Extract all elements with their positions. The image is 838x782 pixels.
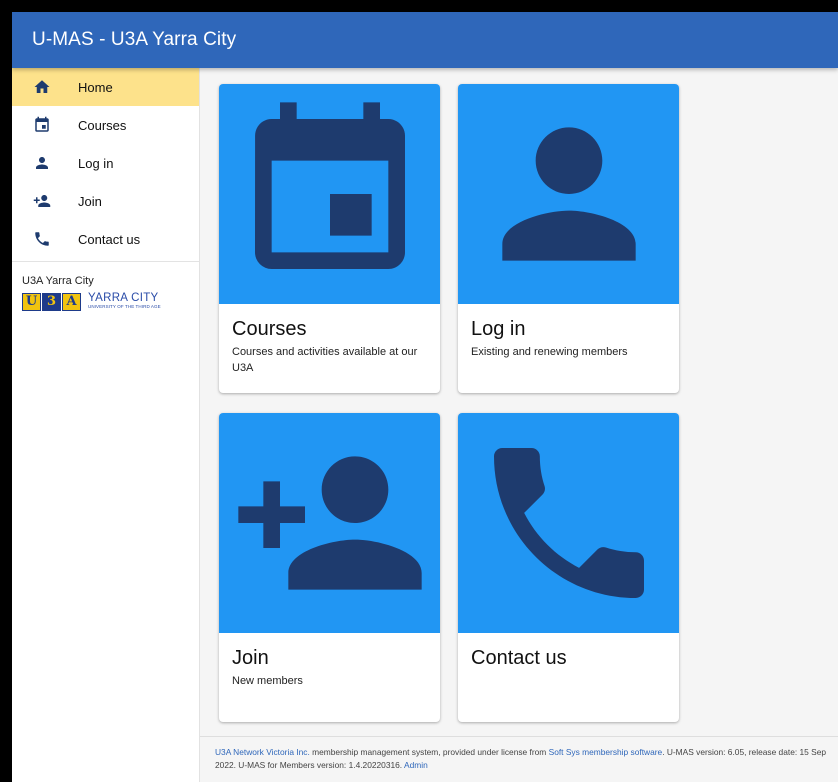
logo-letters: U 3 A [22, 293, 82, 311]
card-description: Courses and activities available at our … [232, 346, 418, 374]
card-body: Contact us [458, 633, 679, 722]
logo-letter-a: A [62, 293, 81, 311]
sidebar-item-label: Log in [78, 155, 114, 171]
calendar-icon [254, 102, 405, 269]
main-content: Courses Courses and activities available… [200, 68, 838, 782]
person-add-icon [32, 191, 52, 211]
logo-sub-text: UNIVERSITY OF THE THIRD AGE [88, 304, 161, 309]
card-title: Contact us [471, 647, 567, 669]
network-link[interactable]: U3A Network Victoria Inc. [215, 747, 310, 757]
card-title: Join [232, 647, 269, 669]
logo-letter-u: U [22, 293, 41, 311]
card-title: Courses [232, 318, 307, 340]
sidebar-item-label: Home [78, 79, 113, 95]
logo-letter-3: 3 [42, 293, 61, 311]
sidebar: Home Courses Log in Join Contact us U3A … [12, 68, 200, 782]
home-icon [32, 77, 52, 97]
person-add-icon [237, 456, 422, 590]
vendor-link[interactable]: Soft Sys membership software [549, 747, 663, 757]
phone-icon [493, 448, 644, 598]
footer-divider [200, 736, 838, 737]
admin-link[interactable]: Admin [404, 760, 428, 770]
app-title: U-MAS - U3A Yarra City [32, 29, 237, 50]
logo-text: YARRA CITY UNIVERSITY OF THE THIRD AGE [88, 292, 161, 309]
card-body: Courses Courses and activities available… [219, 304, 440, 393]
card-join[interactable]: Join New members [219, 413, 440, 722]
card-body: Join New members [219, 633, 440, 722]
phone-icon [32, 229, 52, 249]
sidebar-divider [12, 261, 199, 262]
sidebar-item-login[interactable]: Log in [12, 144, 199, 182]
card-media [219, 413, 440, 633]
sidebar-item-label: Join [78, 193, 102, 209]
card-media [458, 413, 679, 633]
footer: U3A Network Victoria Inc. membership man… [215, 746, 832, 772]
card-courses[interactable]: Courses Courses and activities available… [219, 84, 440, 393]
app-bar: U-MAS - U3A Yarra City [12, 12, 838, 68]
sidebar-item-label: Contact us [78, 231, 141, 247]
card-body: Log in Existing and renewing members [458, 304, 679, 393]
footer-text: membership management system, provided u… [309, 747, 549, 757]
org-name: U3A Yarra City [22, 275, 94, 287]
card-contact[interactable]: Contact us [458, 413, 679, 722]
sidebar-item-join[interactable]: Join [12, 182, 199, 220]
card-media [458, 84, 679, 304]
card-media [219, 84, 440, 304]
sidebar-item-contact[interactable]: Contact us [12, 220, 199, 258]
u3a-logo: U 3 A YARRA CITY UNIVERSITY OF THE THIRD… [22, 292, 199, 311]
card-title: Log in [471, 318, 526, 340]
card-login[interactable]: Log in Existing and renewing members [458, 84, 679, 393]
calendar-icon [32, 115, 52, 135]
sidebar-item-courses[interactable]: Courses [12, 106, 199, 144]
person-icon [501, 127, 636, 261]
card-description: Existing and renewing members [471, 346, 628, 358]
card-description: New members [232, 675, 303, 687]
sidebar-item-label: Courses [78, 117, 127, 133]
sidebar-item-home[interactable]: Home [12, 68, 199, 106]
logo-main-text: YARRA CITY [88, 292, 159, 304]
app-window: U-MAS - U3A Yarra City Home Courses Log … [12, 12, 838, 782]
person-icon [32, 153, 52, 173]
